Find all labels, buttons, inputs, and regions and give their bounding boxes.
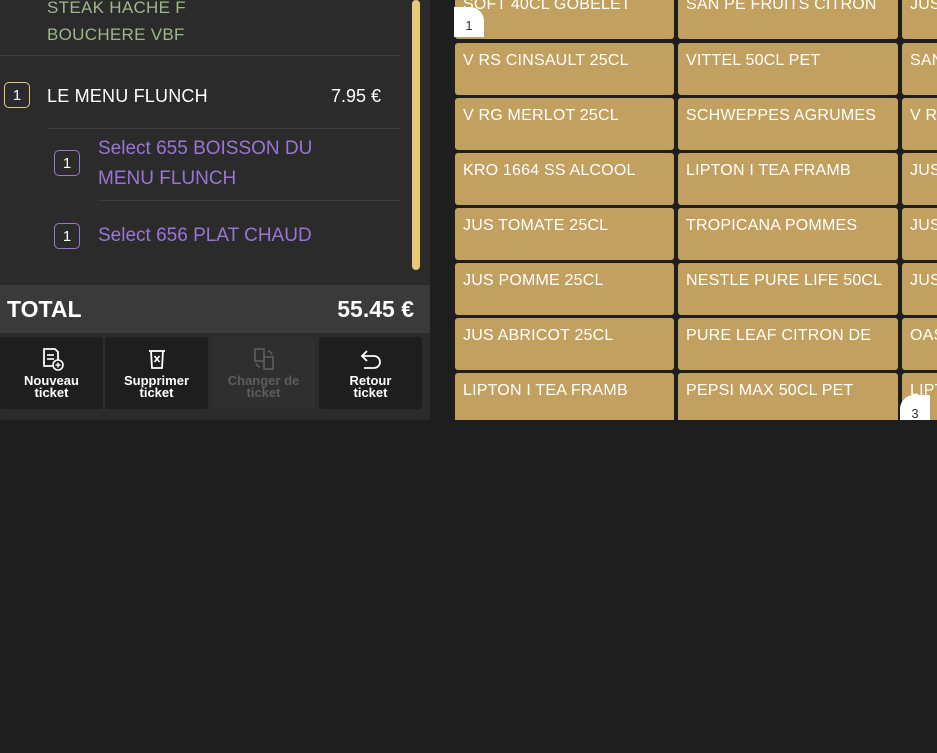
change-ticket-label: Changer de ticket	[227, 373, 300, 400]
selection-name[interactable]: Select 656 PLAT CHAUD	[98, 221, 312, 251]
ticket-line: BOUCHERE VBF	[47, 25, 185, 44]
total-label: TOTAL	[7, 296, 82, 322]
new-ticket-button[interactable]: Nouveau ticket	[0, 337, 103, 409]
product-tile[interactable]: JUS	[902, 153, 937, 205]
ticket-actions: Nouveau ticket Supprimer ticket Changer …	[0, 333, 430, 753]
product-tile[interactable]: JUS POMME 25CL	[455, 263, 674, 315]
divider	[98, 200, 400, 201]
action-button[interactable]	[0, 740, 103, 753]
product-tile[interactable]: JUS	[902, 208, 937, 260]
delete-ticket-icon	[148, 350, 165, 369]
ticket-scrollbar[interactable]	[412, 0, 420, 270]
product-tile[interactable]: JUS ABRICOT 25CL	[455, 318, 674, 370]
product-tile[interactable]: TROPICANA POMMES	[678, 208, 898, 260]
menu-name[interactable]: LE MENU FLUNCH	[47, 86, 208, 107]
product-tile[interactable]: NESTLE PURE LIFE 50CL	[678, 263, 898, 315]
product-tile[interactable]: LIPTON I TEA FRAMB	[678, 153, 898, 205]
action-button[interactable]	[105, 740, 208, 753]
product-tile[interactable]: V RS CINSAULT 25CL	[455, 43, 674, 95]
action-button[interactable]	[212, 740, 424, 753]
product-tile[interactable]: V RG MERLOT 25CL	[455, 98, 674, 150]
selection-qty-badge[interactable]: 1	[54, 150, 80, 176]
new-ticket-label: Nouveau ticket	[24, 373, 79, 400]
divider	[0, 55, 400, 56]
return-icon	[360, 350, 381, 369]
ticket-lines[interactable]: STEAK HACHE F BOUCHERE VBF 1 LE MENU FLU…	[0, 0, 410, 285]
change-ticket-button[interactable]: Changer de ticket	[212, 337, 315, 409]
ticket-line: STEAK HACHE F	[47, 0, 186, 17]
product-tile[interactable]: VITTEL 50CL PET	[678, 43, 898, 95]
selection-qty-badge[interactable]: 1	[54, 223, 80, 249]
product-tile[interactable]: SAN PE FRUITS CITRON	[678, 0, 898, 39]
product-tile[interactable]: JUS TOMATE 25CL	[455, 208, 674, 260]
product-tile[interactable]: JUS	[902, 263, 937, 315]
selection-line[interactable]: Select 655 BOISSON DU MENU FLUNCH	[98, 134, 312, 194]
product-tile[interactable]: V RS	[902, 98, 937, 150]
product-tile[interactable]: OAS	[902, 318, 937, 370]
page-badge-last[interactable]: 3	[900, 395, 930, 420]
menu-price: 7.95 €	[331, 86, 382, 106]
selection-name: Select 655 BOISSON DU	[98, 138, 313, 159]
product-grid: SOFT 40CL GOBELET V RS CINSAULT 25CL V R…	[430, 0, 937, 420]
menu-qty-badge[interactable]: 1	[4, 82, 30, 108]
product-tile[interactable]: PEPSI MAX 50CL PET	[678, 373, 898, 420]
new-ticket-icon	[42, 348, 64, 371]
total-value: 55.45 €	[337, 296, 414, 322]
product-tile[interactable]: PURE LEAF CITRON DE	[678, 318, 898, 370]
ticket-panel: STEAK HACHE F BOUCHERE VBF 1 LE MENU FLU…	[0, 0, 430, 753]
product-tile[interactable]: SOFT 40CL GOBELET	[455, 0, 674, 39]
delete-ticket-button[interactable]: Supprimer ticket	[105, 337, 208, 409]
divider	[47, 128, 400, 129]
return-ticket-label: Retour ticket	[349, 373, 392, 400]
page-badge-first[interactable]: 1	[454, 7, 484, 37]
return-ticket-button[interactable]: Retour ticket	[319, 337, 422, 409]
product-tile[interactable]: KRO 1664 SS ALCOOL	[455, 153, 674, 205]
selection-name-cont: MENU FLUNCH	[98, 168, 237, 189]
total-bar: TOTAL 55.45 €	[0, 285, 430, 333]
product-tile[interactable]: JUS	[902, 0, 937, 39]
product-tile[interactable]: SAN	[902, 43, 937, 95]
product-tile[interactable]: LIPTON I TEA FRAMB	[455, 373, 674, 420]
product-tile[interactable]: SCHWEPPES AGRUMES	[678, 98, 898, 150]
change-ticket-icon	[253, 348, 274, 370]
delete-ticket-label: Supprimer ticket	[123, 373, 189, 400]
